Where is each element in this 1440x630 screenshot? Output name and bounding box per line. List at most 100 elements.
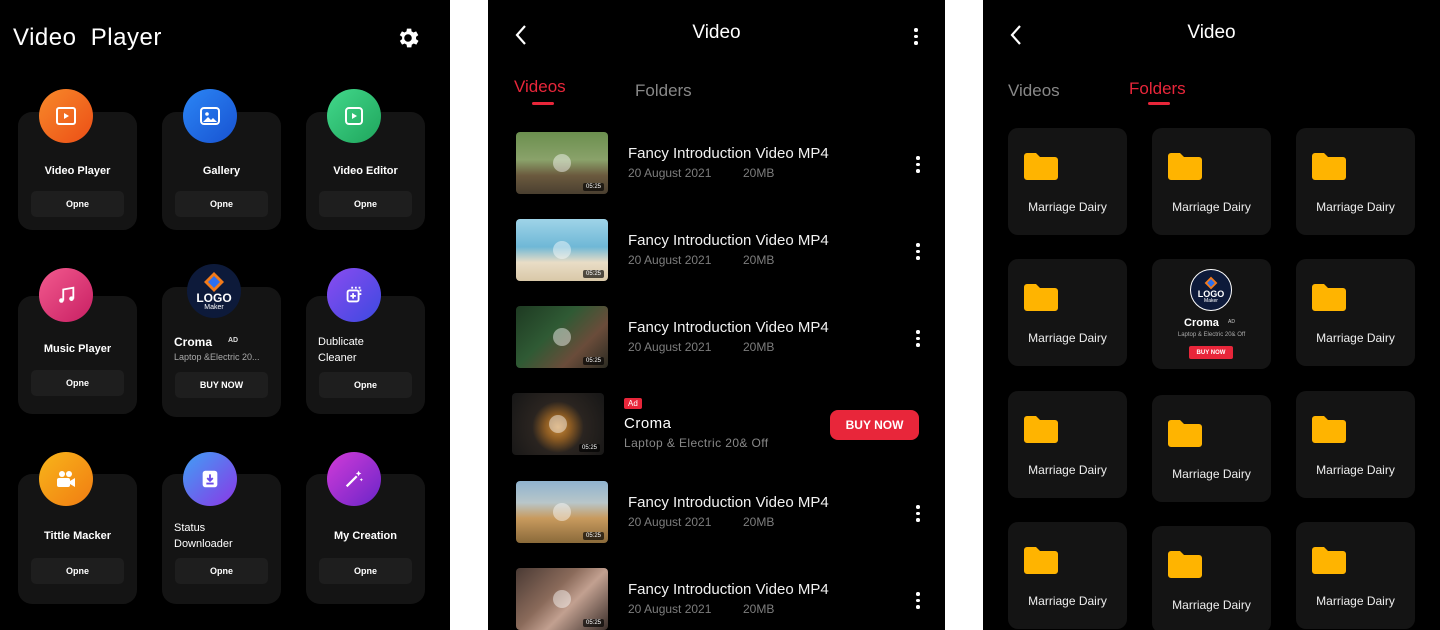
folder-card[interactable]: Marriage Dairy bbox=[1008, 522, 1127, 629]
video-thumbnail[interactable]: 05:25 bbox=[516, 306, 608, 368]
video-title[interactable]: Fancy Introduction Video MP4 bbox=[628, 319, 829, 336]
card-label-line1: Dublicate bbox=[318, 336, 364, 348]
play-icon bbox=[553, 154, 571, 172]
buy-now-button[interactable]: BUY NOW bbox=[175, 372, 268, 398]
video-thumbnail[interactable]: 05:25 bbox=[516, 219, 608, 281]
folder-card[interactable]: Marriage Dairy bbox=[1296, 128, 1415, 235]
folder-card[interactable]: Marriage Dairy bbox=[1008, 259, 1127, 366]
video-date: 20 August 2021 bbox=[628, 602, 712, 616]
ad-title: Croma bbox=[174, 335, 213, 349]
logo-maker-icon: LOGO Maker bbox=[1190, 269, 1232, 311]
download-icon[interactable] bbox=[183, 452, 237, 506]
open-button[interactable]: Opne bbox=[31, 191, 124, 217]
folder-icon bbox=[1024, 284, 1058, 311]
folder-card[interactable]: Marriage Dairy bbox=[1008, 391, 1127, 498]
ad-title: Croma bbox=[624, 415, 672, 432]
card-label-line1: Status bbox=[174, 522, 206, 534]
duplicate-icon[interactable] bbox=[327, 268, 381, 322]
video-date: 20 August 2021 bbox=[628, 340, 712, 354]
music-note-icon[interactable] bbox=[39, 268, 93, 322]
image-icon[interactable] bbox=[183, 89, 237, 143]
folder-icon bbox=[1312, 284, 1346, 311]
play-icon bbox=[553, 503, 571, 521]
card-label: Music Player bbox=[43, 343, 112, 355]
video-more-icon[interactable] bbox=[916, 156, 920, 173]
camera-icon[interactable] bbox=[39, 452, 93, 506]
folder-label: Marriage Dairy bbox=[1028, 331, 1107, 345]
home-screen: Video Player Video Player Opne Gallery O… bbox=[0, 0, 450, 630]
page-title: Video bbox=[1187, 22, 1236, 43]
video-thumbnail[interactable]: 05:25 bbox=[516, 481, 608, 543]
ad-duration: 05:25 bbox=[578, 444, 600, 452]
tab-folders[interactable]: Folders bbox=[1129, 79, 1186, 99]
card-label: Video Player bbox=[44, 165, 111, 177]
folder-card[interactable]: Marriage Dairy bbox=[1296, 259, 1415, 366]
open-button[interactable]: Opne bbox=[175, 191, 268, 217]
ad-card-croma[interactable]: LOGO Maker Croma AD Laptop & Electric 20… bbox=[1152, 259, 1271, 369]
video-thumbnail[interactable]: 05:25 bbox=[516, 132, 608, 194]
tab-videos[interactable]: Videos bbox=[1008, 81, 1060, 101]
folder-card[interactable]: Marriage Dairy bbox=[1008, 128, 1127, 235]
folder-card[interactable]: Marriage Dairy bbox=[1296, 522, 1415, 629]
ad-badge: AD bbox=[228, 337, 239, 344]
play-icon bbox=[549, 415, 567, 433]
folder-label: Marriage Dairy bbox=[1316, 463, 1395, 477]
logo-text: LOGO bbox=[196, 290, 232, 305]
folder-card[interactable]: Marriage Dairy bbox=[1296, 391, 1415, 498]
video-size: 20MB bbox=[743, 602, 775, 616]
tab-indicator bbox=[1148, 102, 1170, 105]
folder-icon bbox=[1312, 547, 1346, 574]
folder-label: Marriage Dairy bbox=[1316, 200, 1395, 214]
ad-description: Laptop & Electric 20& Off bbox=[624, 436, 769, 450]
card-label: My Creation bbox=[334, 530, 397, 542]
folder-label: Marriage Dairy bbox=[1316, 331, 1395, 345]
video-duration: 05:25 bbox=[582, 532, 604, 540]
folder-label: Marriage Dairy bbox=[1028, 463, 1107, 477]
open-button[interactable]: Opne bbox=[175, 558, 268, 584]
open-button[interactable]: Opne bbox=[319, 372, 412, 398]
video-date: 20 August 2021 bbox=[628, 253, 712, 267]
film-icon[interactable] bbox=[39, 89, 93, 143]
edit-video-icon[interactable] bbox=[327, 89, 381, 143]
folder-icon bbox=[1168, 420, 1202, 447]
card-label: Video Editor bbox=[333, 165, 398, 177]
logo-text: LOGO bbox=[1197, 289, 1225, 299]
folder-card[interactable]: Marriage Dairy bbox=[1152, 526, 1271, 630]
folder-label: Marriage Dairy bbox=[1028, 200, 1107, 214]
folder-icon bbox=[1024, 416, 1058, 443]
folder-icon bbox=[1024, 547, 1058, 574]
buy-now-button[interactable]: BUY NOW bbox=[1189, 346, 1233, 359]
folder-card[interactable]: Marriage Dairy bbox=[1152, 128, 1271, 235]
video-more-icon[interactable] bbox=[916, 592, 920, 609]
card-label: Tittle Macker bbox=[43, 530, 112, 542]
folder-card[interactable]: Marriage Dairy bbox=[1152, 395, 1271, 502]
tab-folders[interactable]: Folders bbox=[635, 81, 692, 101]
card-label-line2: Downloader bbox=[174, 538, 233, 550]
video-thumbnail[interactable]: 05:25 bbox=[516, 568, 608, 630]
folder-icon bbox=[1312, 416, 1346, 443]
video-more-icon[interactable] bbox=[916, 330, 920, 347]
tab-videos[interactable]: Videos bbox=[514, 77, 566, 97]
ad-thumbnail[interactable]: 05:25 bbox=[512, 393, 604, 455]
open-button[interactable]: Opne bbox=[31, 558, 124, 584]
video-more-icon[interactable] bbox=[916, 505, 920, 522]
video-title[interactable]: Fancy Introduction Video MP4 bbox=[628, 145, 829, 162]
video-more-icon[interactable] bbox=[916, 243, 920, 260]
more-options-icon[interactable] bbox=[914, 28, 918, 45]
open-button[interactable]: Opne bbox=[319, 558, 412, 584]
folder-icon bbox=[1168, 153, 1202, 180]
video-title[interactable]: Fancy Introduction Video MP4 bbox=[628, 581, 829, 598]
ad-description: Laptop & Electric 20& Off bbox=[1177, 332, 1246, 338]
play-icon bbox=[553, 241, 571, 259]
open-button[interactable]: Opne bbox=[31, 370, 124, 396]
folders-screen: Video Videos Folders Marriage Dairy Marr… bbox=[983, 0, 1440, 630]
gear-icon[interactable] bbox=[395, 25, 421, 51]
card-label: Dublicate Cleaner bbox=[318, 334, 425, 366]
video-title[interactable]: Fancy Introduction Video MP4 bbox=[628, 232, 829, 249]
magic-wand-icon[interactable] bbox=[327, 452, 381, 506]
buy-now-button[interactable]: BUY NOW bbox=[830, 410, 919, 440]
folder-label: Marriage Dairy bbox=[1316, 594, 1395, 608]
video-title[interactable]: Fancy Introduction Video MP4 bbox=[628, 494, 829, 511]
open-button[interactable]: Opne bbox=[319, 191, 412, 217]
video-list-screen: Video Videos Folders 05:25 Fancy Introdu… bbox=[488, 0, 945, 630]
